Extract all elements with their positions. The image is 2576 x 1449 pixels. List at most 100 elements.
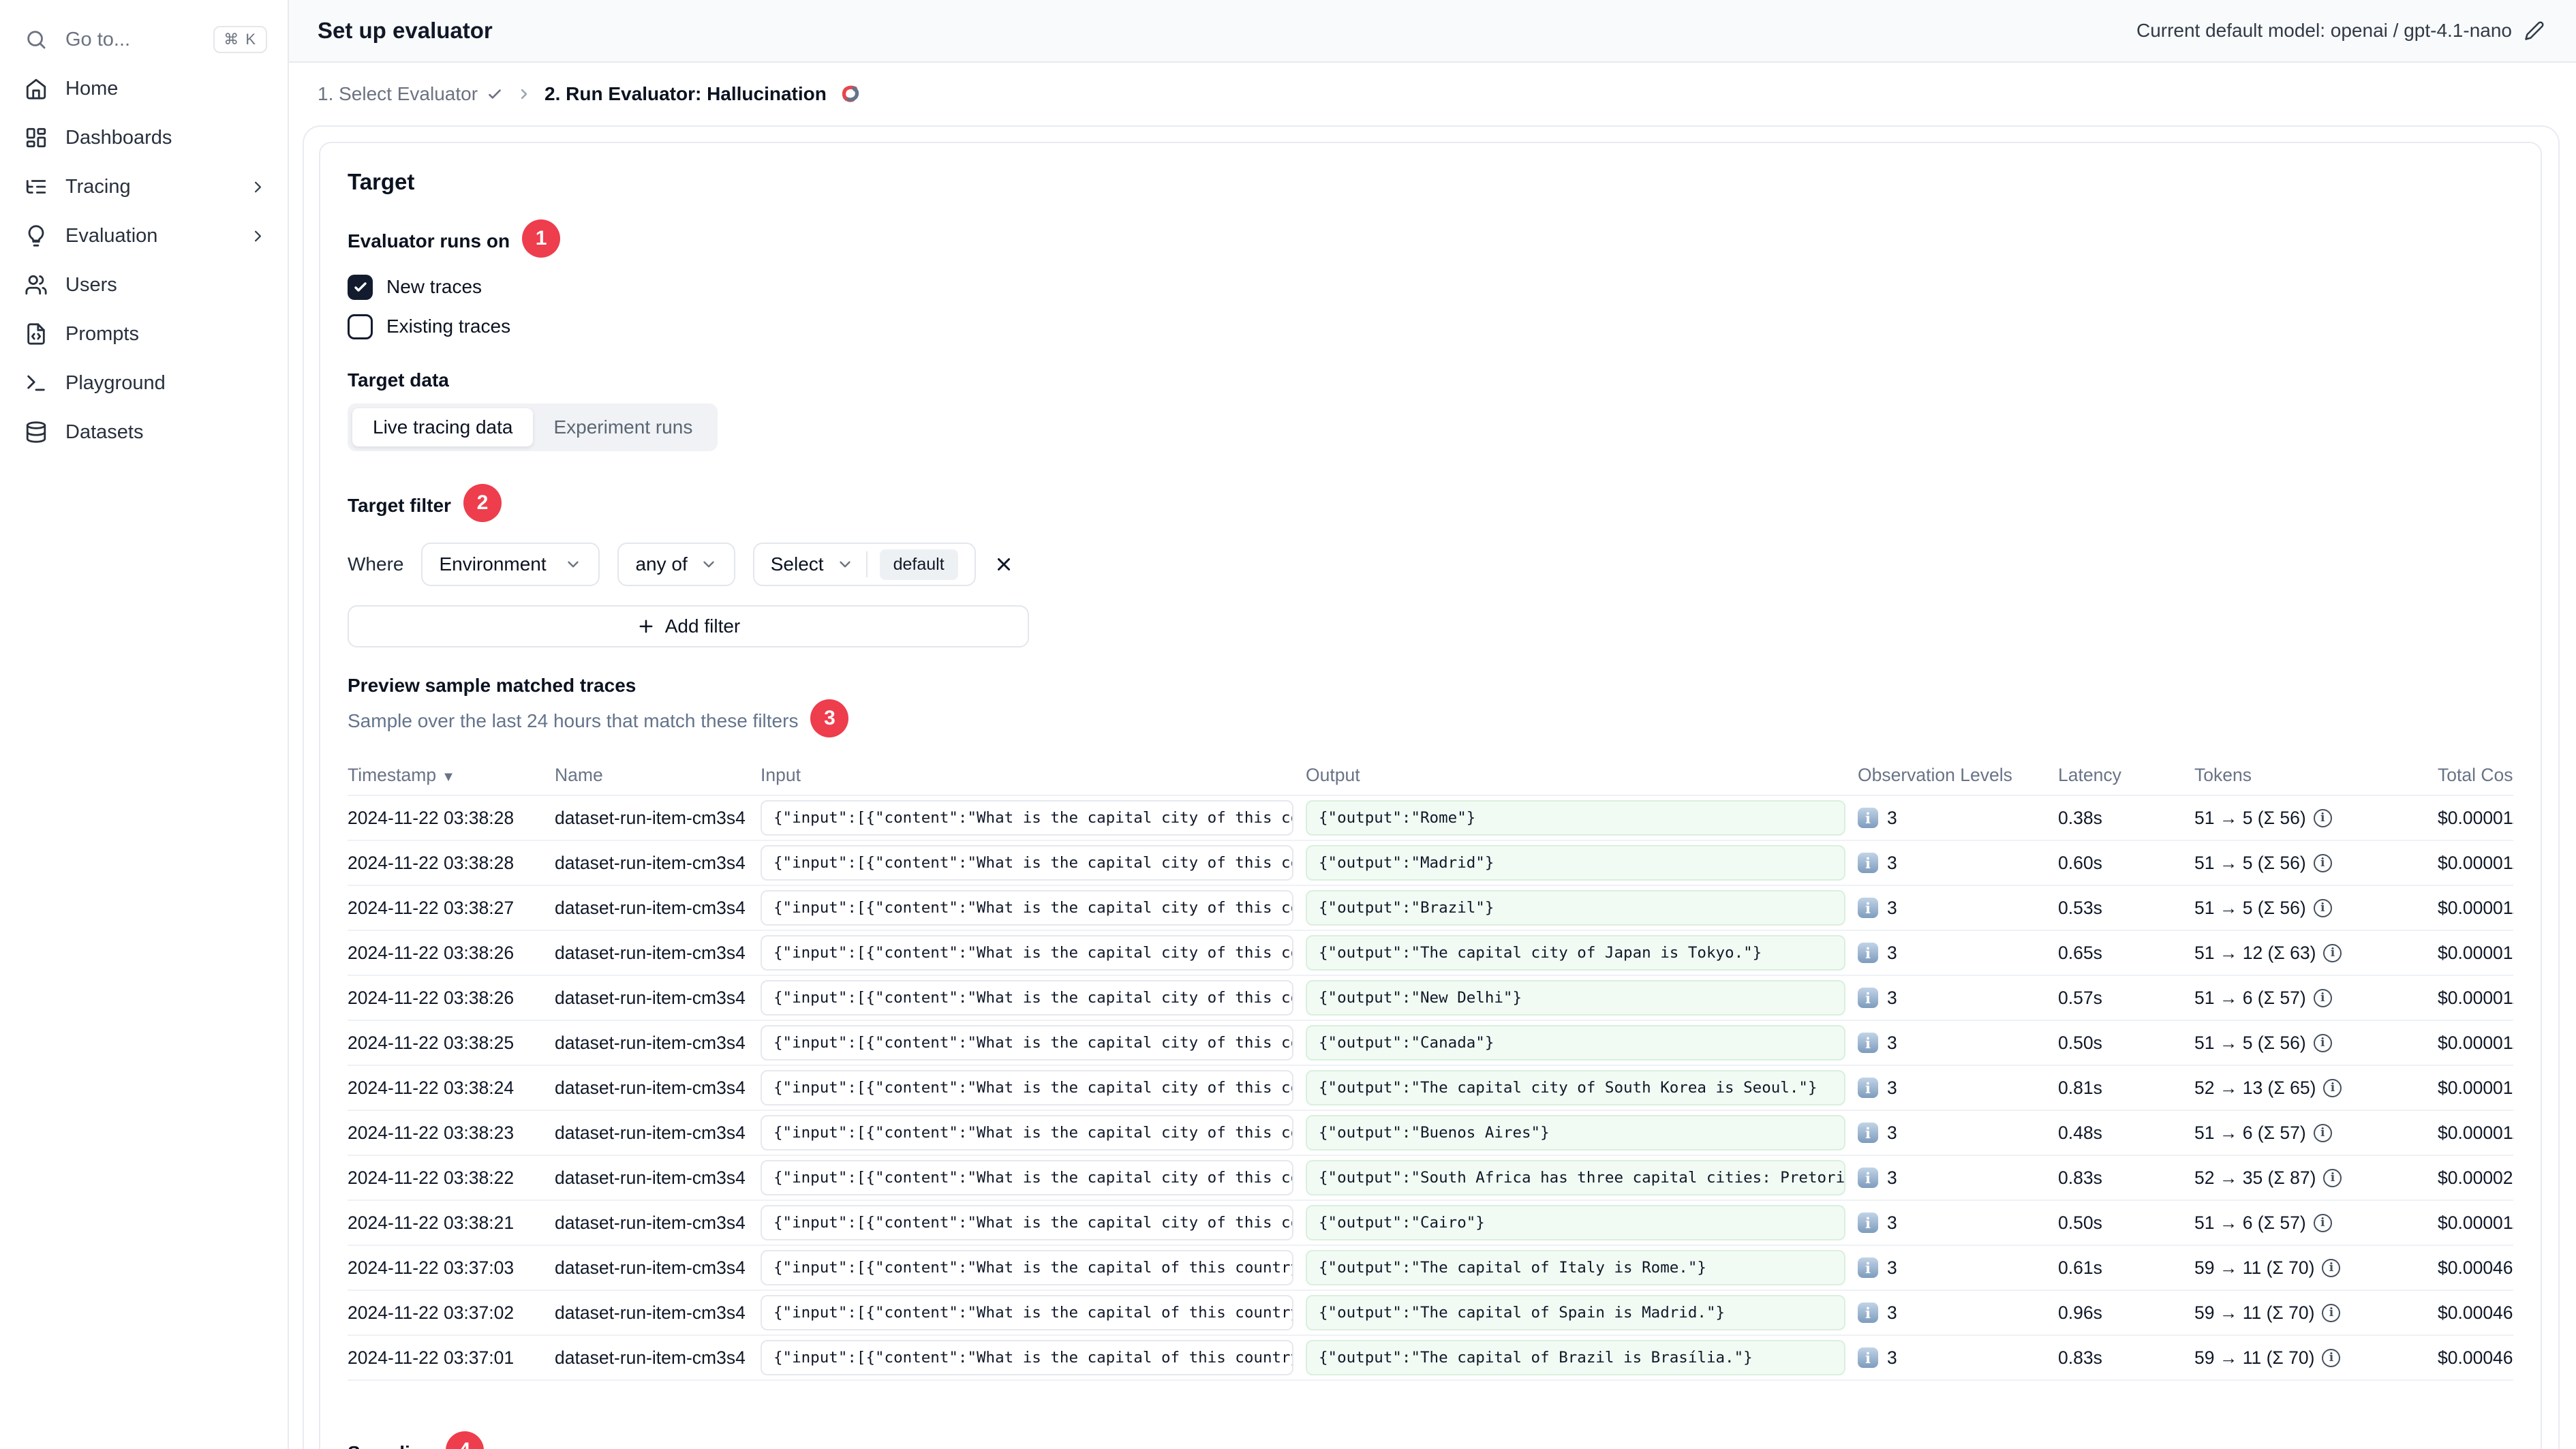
checkbox-existing-traces[interactable]: Existing traces: [348, 309, 2513, 344]
table-row[interactable]: 2024-11-22 03:38:28 dataset-run-item-cm3…: [348, 795, 2513, 840]
table-row[interactable]: 2024-11-22 03:38:28 dataset-run-item-cm3…: [348, 840, 2513, 885]
filter-value-select[interactable]: Select default: [752, 543, 976, 586]
output-json-box[interactable]: {"output":"Cairo"}: [1306, 1205, 1845, 1240]
table-row[interactable]: 2024-11-22 03:38:26 dataset-run-item-cm3…: [348, 975, 2513, 1020]
info-emoji-icon: i: [1858, 898, 1878, 918]
output-json-box[interactable]: {"output":"Rome"}: [1306, 800, 1845, 836]
input-json-box[interactable]: {"input":[{"content":"What is the capita…: [761, 1160, 1293, 1195]
step-badge-2: 2: [463, 484, 502, 522]
checkbox-new-traces[interactable]: New traces: [348, 270, 2513, 304]
sidebar: Go to... ⌘ K Home Dashboards Tracing Eva…: [0, 0, 289, 1449]
input-json-box[interactable]: {"input":[{"content":"What is the capita…: [761, 1070, 1293, 1105]
info-circle-icon[interactable]: i: [2323, 943, 2342, 962]
info-circle-icon[interactable]: i: [2323, 1078, 2342, 1097]
input-json-box[interactable]: {"input":[{"content":"What is the capita…: [761, 1205, 1293, 1240]
info-circle-icon[interactable]: i: [2313, 1033, 2332, 1052]
add-filter-button[interactable]: Add filter: [348, 605, 1029, 647]
observation-level-count: 3: [1887, 807, 1897, 828]
cell-total-cost: $0.000011 (: [2438, 1032, 2513, 1053]
table-row[interactable]: 2024-11-22 03:38:26 dataset-run-item-cm3…: [348, 930, 2513, 975]
input-json-box[interactable]: {"input":[{"content":"What is the capita…: [761, 1340, 1293, 1375]
input-json-box[interactable]: {"input":[{"content":"What is the capita…: [761, 1295, 1293, 1330]
sidebar-item-home[interactable]: Home: [0, 64, 288, 113]
info-circle-icon[interactable]: i: [2313, 853, 2332, 872]
output-json-box[interactable]: {"output":"The capital city of Japan is …: [1306, 935, 1845, 971]
column-header-observation-levels[interactable]: Observation Levels: [1858, 765, 2058, 786]
cell-tokens: 51 → 12 (Σ 63) i: [2194, 943, 2438, 964]
table-row[interactable]: 2024-11-22 03:38:24 dataset-run-item-cm3…: [348, 1065, 2513, 1110]
sidebar-item-datasets[interactable]: Datasets: [0, 408, 288, 457]
output-json-box[interactable]: {"output":"The capital of Italy is Rome.…: [1306, 1250, 1845, 1285]
checkbox-checked-icon[interactable]: [348, 274, 373, 300]
output-json-box[interactable]: {"output":"Buenos Aires"}: [1306, 1115, 1845, 1150]
cell-name: dataset-run-item-cm3s4: [555, 987, 746, 1008]
input-json-box[interactable]: {"input":[{"content":"What is the capita…: [761, 935, 1293, 971]
info-circle-icon[interactable]: i: [2313, 1123, 2332, 1142]
column-header-name[interactable]: Name: [555, 765, 761, 786]
filter-column-select[interactable]: Environment: [421, 543, 600, 586]
edit-pencil-icon[interactable]: [2524, 20, 2545, 41]
table-row[interactable]: 2024-11-22 03:38:21 dataset-run-item-cm3…: [348, 1200, 2513, 1245]
sidebar-item-tracing[interactable]: Tracing: [0, 162, 288, 211]
cell-total-cost: $0.000015: [2438, 942, 2513, 963]
input-json-box[interactable]: {"input":[{"content":"What is the capita…: [761, 980, 1293, 1016]
table-row[interactable]: 2024-11-22 03:38:25 dataset-run-item-cm3…: [348, 1020, 2513, 1065]
tracing-icon: [26, 180, 46, 194]
sidebar-item-prompts[interactable]: Prompts: [0, 309, 288, 359]
column-header-total-cost[interactable]: Total Cost: [2438, 765, 2513, 786]
info-circle-icon[interactable]: i: [2313, 898, 2332, 917]
tab-experiment-runs[interactable]: Experiment runs: [533, 408, 713, 446]
column-header-output[interactable]: Output: [1306, 765, 1858, 786]
tab-live-tracing-data[interactable]: Live tracing data: [352, 408, 534, 446]
output-json-box[interactable]: {"output":"South Africa has three capita…: [1306, 1160, 1845, 1195]
breadcrumb-step1[interactable]: 1. Select Evaluator: [318, 83, 504, 105]
table-row[interactable]: 2024-11-22 03:38:27 dataset-run-item-cm3…: [348, 885, 2513, 930]
output-json-box[interactable]: {"output":"Brazil"}: [1306, 890, 1845, 926]
info-circle-icon[interactable]: i: [2313, 808, 2332, 827]
output-json-box[interactable]: {"output":"New Delhi"}: [1306, 980, 1845, 1016]
output-json-box[interactable]: {"output":"Canada"}: [1306, 1025, 1845, 1061]
filter-operator-select[interactable]: any of: [617, 543, 735, 586]
table-row[interactable]: 2024-11-22 03:37:01 dataset-run-item-cm3…: [348, 1334, 2513, 1379]
cell-total-cost: $0.000011 (: [2438, 807, 2513, 828]
table-row[interactable]: 2024-11-22 03:38:22 dataset-run-item-cm3…: [348, 1155, 2513, 1200]
input-json-box[interactable]: {"input":[{"content":"What is the capita…: [761, 1115, 1293, 1150]
sidebar-item-users[interactable]: Users: [0, 260, 288, 309]
chevron-right-icon: [516, 86, 532, 102]
sidebar-item-evaluation[interactable]: Evaluation: [0, 211, 288, 260]
sidebar-item-label: Tracing: [65, 175, 131, 198]
info-circle-icon[interactable]: i: [2322, 1303, 2341, 1322]
sidebar-item-dashboards[interactable]: Dashboards: [0, 113, 288, 162]
info-circle-icon[interactable]: i: [2313, 1213, 2332, 1232]
info-emoji-icon: i: [1858, 1302, 1878, 1323]
input-json-box[interactable]: {"input":[{"content":"What is the capita…: [761, 1025, 1293, 1061]
output-json-box[interactable]: {"output":"The capital of Spain is Madri…: [1306, 1295, 1845, 1330]
input-json-box[interactable]: {"input":[{"content":"What is the capita…: [761, 845, 1293, 881]
table-row[interactable]: 2024-11-22 03:37:02 dataset-run-item-cm3…: [348, 1290, 2513, 1334]
column-header-latency[interactable]: Latency: [2058, 765, 2194, 786]
cell-output: {"output":"Cairo"}: [1306, 1205, 1858, 1240]
info-circle-icon[interactable]: i: [2323, 1168, 2342, 1187]
column-header-timestamp[interactable]: Timestamp ▼: [348, 765, 555, 786]
checkbox-unchecked-icon[interactable]: [348, 314, 373, 339]
sidebar-item-playground[interactable]: Playground: [0, 359, 288, 408]
sidebar-goto-search[interactable]: Go to... ⌘ K: [0, 15, 288, 64]
input-json-box[interactable]: {"input":[{"content":"What is the capita…: [761, 800, 1293, 836]
info-circle-icon[interactable]: i: [2322, 1348, 2341, 1367]
input-json-box[interactable]: {"input":[{"content":"What is the capita…: [761, 1250, 1293, 1285]
table-row[interactable]: 2024-11-22 03:37:03 dataset-run-item-cm3…: [348, 1245, 2513, 1290]
info-circle-icon[interactable]: i: [2313, 988, 2332, 1007]
info-circle-icon[interactable]: i: [2322, 1258, 2341, 1277]
info-emoji-icon: i: [1858, 988, 1878, 1008]
column-header-input[interactable]: Input: [761, 765, 1306, 786]
cell-timestamp: 2024-11-22 03:38:26: [348, 942, 515, 963]
table-row[interactable]: 2024-11-22 03:38:23 dataset-run-item-cm3…: [348, 1110, 2513, 1155]
input-json-box[interactable]: {"input":[{"content":"What is the capita…: [761, 890, 1293, 926]
output-json-box[interactable]: {"output":"The capital city of South Kor…: [1306, 1070, 1845, 1105]
cell-total-cost: $0.000011 (: [2438, 1122, 2513, 1143]
prompts-file-icon: [27, 323, 45, 345]
column-header-tokens[interactable]: Tokens: [2194, 765, 2438, 786]
output-json-box[interactable]: {"output":"The capital of Brazil is Bras…: [1306, 1340, 1845, 1375]
remove-filter-button[interactable]: [994, 554, 1014, 575]
output-json-box[interactable]: {"output":"Madrid"}: [1306, 845, 1845, 881]
